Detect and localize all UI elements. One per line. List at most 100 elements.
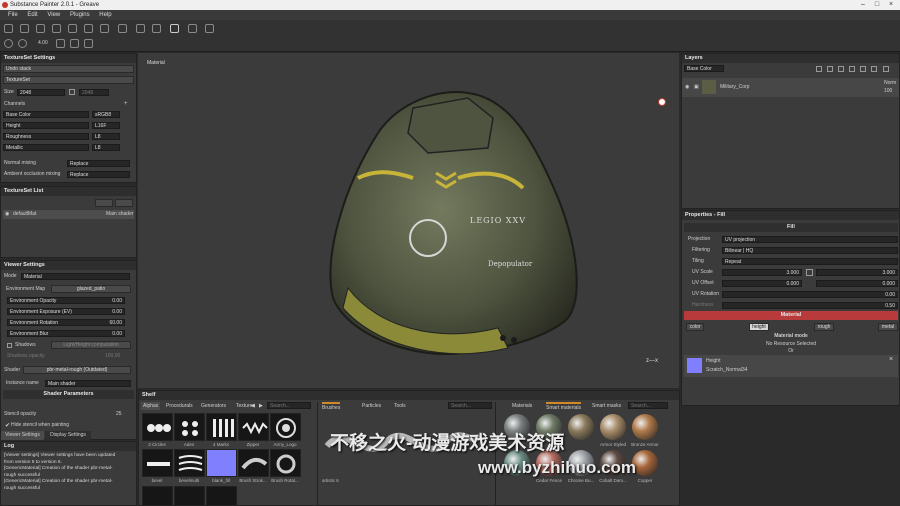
check-icon[interactable]: ✔	[5, 422, 10, 429]
list-button-1[interactable]	[95, 199, 113, 207]
material-ball[interactable]	[632, 414, 658, 440]
env-exposure-slider[interactable]: Environment Exposure (EV) 0.00	[7, 308, 125, 315]
uv-scale-slider-b[interactable]: 3.000	[816, 269, 898, 276]
stroke-icon[interactable]	[84, 39, 93, 48]
env-rotation-slider[interactable]: Environment Rotation 60.00	[7, 319, 125, 326]
alpha-thumb[interactable]	[238, 449, 269, 477]
menu-plugins[interactable]: Plugins	[70, 10, 90, 20]
size-select[interactable]: 2048	[17, 89, 65, 96]
slider-value[interactable]: 60.00	[109, 320, 122, 326]
tab-display-settings[interactable]: Display Settings	[45, 431, 91, 440]
brushes-search[interactable]: Search...	[448, 402, 492, 409]
add-folder-icon[interactable]	[860, 66, 866, 72]
alpha-thumb[interactable]	[142, 413, 173, 441]
uv-offset-slider-b[interactable]: 0.000	[816, 280, 898, 287]
menu-edit[interactable]: Edit	[27, 10, 37, 20]
tab-tools[interactable]: Tools	[394, 402, 406, 410]
alpha-thumb[interactable]	[174, 413, 205, 441]
channel-metal-button[interactable]: metal	[878, 323, 898, 331]
duplicate-layer-icon[interactable]	[871, 66, 877, 72]
picker-tool-icon[interactable]	[118, 24, 127, 33]
menu-file[interactable]: File	[8, 10, 18, 20]
uv-rotation-slider[interactable]: 0.00	[722, 291, 898, 298]
slider-value[interactable]: 0.00	[112, 309, 122, 315]
add-effect-icon[interactable]	[827, 66, 833, 72]
slider-value[interactable]: 0.00	[112, 331, 122, 337]
env-opacity-slider[interactable]: Environment Opacity 0.00	[7, 297, 125, 304]
symmetry-icon[interactable]	[152, 24, 161, 33]
channel-format[interactable]: L8	[92, 133, 120, 140]
channel-height-button[interactable]: height	[749, 323, 769, 331]
minimize-icon[interactable]: –	[856, 0, 870, 10]
tab-particles[interactable]: Particles	[362, 402, 381, 410]
delete-layer-icon[interactable]	[883, 66, 889, 72]
projection-select[interactable]: UV projection	[722, 236, 898, 243]
flow-icon[interactable]	[18, 39, 27, 48]
uv-offset-slider-a[interactable]: 0.000	[722, 280, 802, 287]
tab-procedurals[interactable]: Procedurals	[166, 402, 193, 410]
layer-row[interactable]: ◉ ▣ Military_Corp Norm 100	[682, 78, 899, 97]
shadows-checkbox[interactable]	[7, 343, 12, 348]
tab-scroll-right-icon[interactable]: ▶	[259, 403, 263, 409]
alpha-thumb[interactable]	[206, 413, 237, 441]
tiling-select[interactable]: Repeat	[722, 258, 898, 265]
filtering-select[interactable]: Bilinear | HQ	[722, 247, 898, 254]
hardness-slider[interactable]: 0.50	[722, 302, 898, 309]
spacing-icon[interactable]	[56, 39, 65, 48]
channel-format[interactable]: L16F	[92, 122, 120, 129]
channel-color-button[interactable]: color	[686, 323, 704, 331]
camera-icon[interactable]	[136, 24, 145, 33]
stencil-value[interactable]: 25	[116, 410, 122, 418]
material-section-header[interactable]: Material	[684, 311, 898, 320]
eraser-tool-icon[interactable]	[20, 24, 29, 33]
add-fill-layer-icon[interactable]	[838, 66, 844, 72]
material-ball[interactable]	[568, 414, 594, 440]
cube-icon[interactable]	[205, 24, 214, 33]
menu-help[interactable]: Help	[99, 10, 111, 20]
smudge-tool-icon[interactable]	[68, 24, 77, 33]
bake-tool-icon[interactable]	[100, 24, 109, 33]
uv-scale-slider-a[interactable]: 3.000	[722, 269, 802, 276]
materials-search[interactable]: Search...	[628, 402, 668, 409]
channel-format[interactable]: L8	[92, 144, 120, 151]
add-channel-icon[interactable]: +	[124, 101, 128, 107]
tab-generators[interactable]: Generators	[201, 402, 226, 410]
fill-section-header[interactable]: Fill	[684, 223, 898, 232]
view-mode-icon[interactable]	[170, 24, 179, 33]
textureset-item[interactable]: ◉ defaultMat Main shader	[3, 210, 134, 219]
alpha-thumb[interactable]	[142, 449, 173, 477]
layer-opacity[interactable]: 100	[884, 87, 892, 95]
alpha-thumb[interactable]	[238, 413, 269, 441]
viewport-3d[interactable]: Material LEGIO XXV Depopulator z—x	[138, 53, 679, 388]
channel-format[interactable]: sRGB8	[92, 111, 120, 118]
screenshot-icon[interactable]	[188, 24, 197, 33]
env-map-button[interactable]: glazed_patio	[51, 285, 131, 293]
maximize-icon[interactable]: □	[870, 0, 884, 10]
add-layer-icon[interactable]	[849, 66, 855, 72]
undo-stack-button[interactable]: Undo stack	[3, 65, 134, 73]
instance-field[interactable]: Main shader	[45, 380, 131, 387]
ao-mixing-select[interactable]: Replace	[67, 171, 130, 178]
shader-button[interactable]: pbr-metal-rough (Outdated)	[23, 366, 131, 374]
remove-resource-icon[interactable]: ×	[889, 356, 893, 363]
tab-scroll-left-icon[interactable]: ◀	[251, 403, 255, 409]
visibility-icon[interactable]: ◉	[685, 83, 689, 91]
polygon-fill-icon[interactable]	[84, 24, 93, 33]
alphas-search[interactable]: Search...	[267, 402, 311, 409]
height-resource-row[interactable]: Height Scratch_Normal34 ×	[684, 355, 898, 377]
tab-materials[interactable]: Materials	[512, 402, 532, 410]
projection-tool-icon[interactable]	[36, 24, 45, 33]
env-blur-slider[interactable]: Environment Blur 0.00	[7, 330, 125, 337]
menu-view[interactable]: View	[47, 10, 60, 20]
alpha-thumb[interactable]	[270, 449, 301, 477]
brush-size-icon[interactable]	[4, 39, 13, 48]
alpha-thumb[interactable]	[206, 486, 237, 506]
alpha-thumb[interactable]	[142, 486, 173, 506]
brush-size-value[interactable]: 4.00	[38, 40, 48, 46]
layer-blend[interactable]: Norm	[884, 79, 896, 87]
material-ball[interactable]	[600, 414, 626, 440]
alpha-thumb[interactable]	[206, 449, 237, 477]
shadows-button[interactable]: Light/Height computation	[51, 341, 131, 349]
alpha-thumb[interactable]	[270, 413, 301, 441]
paint-tool-icon[interactable]	[4, 24, 13, 33]
